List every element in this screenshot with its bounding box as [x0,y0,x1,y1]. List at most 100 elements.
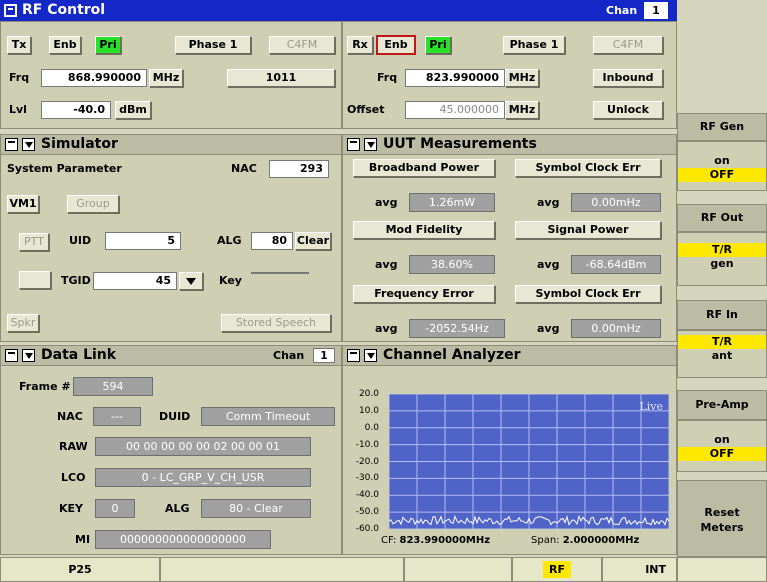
span-value: 2.000000MHz [562,535,640,546]
rx-modulation-button[interactable]: C4FM [593,36,663,54]
uut-header: UUT Measurements [343,135,676,155]
rf-gen-toggle[interactable]: on OFF [677,141,767,191]
tgid-input[interactable]: 45 [93,272,177,290]
signal-power-button[interactable]: Signal Power [515,221,661,239]
cf-readout: CF: 823.990000MHz [381,535,490,546]
sim-alg-label: ALG [217,234,242,247]
window-title: RF Control [22,2,106,18]
tx-frq-unit-button[interactable]: MHz [149,69,183,87]
rx-frq-label: Frq [377,71,398,84]
dl-nac-label: NAC [57,410,83,423]
lco-label: LCO [61,471,86,484]
rx-frq-unit-button[interactable]: MHz [505,69,539,87]
status-mode: P25 [0,557,160,582]
cf-value: 823.990000MHz [399,535,491,546]
rx-phase-button[interactable]: Phase 1 [503,36,565,54]
rf-in-group[interactable]: RF In T/R ant [677,300,767,378]
rx-enable-button[interactable]: Enb [376,35,416,55]
rf-gen-off: OFF [678,168,766,182]
dl-key-value: 0 [95,499,135,518]
preamp-off: OFF [678,447,766,461]
uid-label: UID [69,234,92,247]
panel-menu-icon[interactable] [347,138,360,151]
simulator-panel: Simulator System Parameter NAC 293 VM1 G… [0,134,342,342]
span-label: Span: [531,535,560,546]
status-blank-3 [677,557,767,582]
dl-key-label: KEY [59,502,84,515]
dl-chan-value[interactable]: 1 [313,348,335,363]
panel-collapse-icon[interactable] [364,349,377,362]
sim-alg-input[interactable]: 80 [251,232,293,250]
tx-code-button[interactable]: 1011 [227,69,335,87]
tx-button[interactable]: Tx [7,36,31,54]
tgid-label: TGID [61,274,91,287]
avg-label: avg [537,196,560,209]
tx-frequency-input[interactable]: 868.990000 [41,69,147,87]
panel-menu-icon[interactable] [5,138,18,151]
tx-phase-button[interactable]: Phase 1 [175,36,251,54]
mod-fidelity-button[interactable]: Mod Fidelity [353,221,495,239]
uid-input[interactable]: 5 [105,232,181,250]
preamp-toggle[interactable]: on OFF [677,420,767,472]
tx-modulation-button[interactable]: C4FM [269,36,335,54]
symbol-clock-err-button[interactable]: Symbol Clock Err [515,159,661,177]
tx-lvl-unit-button[interactable]: dBm [115,101,151,119]
panel-collapse-icon[interactable] [364,138,377,151]
mi-value: 000000000000000000 [95,530,271,549]
blank-button[interactable] [19,271,51,289]
uut-title: UUT Measurements [383,136,537,152]
duid-label: DUID [159,410,191,423]
cf-label: CF: [381,535,397,546]
status-blank-1 [160,557,404,582]
reset-meters-button[interactable]: Reset Meters [677,480,767,557]
rx-offset-input[interactable]: 45.000000 [405,101,505,119]
rx-unlock-button[interactable]: Unlock [593,101,663,119]
panel-menu-icon[interactable] [347,349,360,362]
rf-out-tr: T/R [678,243,766,257]
rx-button[interactable]: Rx [347,36,373,54]
rx-inbound-button[interactable]: Inbound [593,69,663,87]
sim-nac-input[interactable]: 293 [269,160,329,178]
mi-label: MI [75,533,91,546]
broadband-power-button[interactable]: Broadband Power [353,159,495,177]
frequency-error-button[interactable]: Frequency Error [353,285,495,303]
rf-out-group[interactable]: RF Out T/R gen [677,204,767,286]
y-tick-label: 0.0 [364,422,379,433]
group-button[interactable]: Group [67,195,119,213]
status-rf: RF [543,561,571,578]
preamp-group[interactable]: Pre-Amp on OFF [677,390,767,472]
title-bar: RF Control Chan 1 [0,0,677,21]
tgid-dropdown-button[interactable] [179,272,203,290]
panel-collapse-icon[interactable] [22,349,35,362]
rf-gen-group[interactable]: RF Gen on OFF [677,113,767,191]
data-link-title: Data Link [41,347,117,363]
stored-speech-button[interactable]: Stored Speech [221,314,331,332]
clear-button[interactable]: Clear [295,232,331,250]
preamp-label: Pre-Amp [677,390,767,420]
rx-frequency-input[interactable]: 823.990000 [405,69,505,87]
window-menu-icon[interactable] [4,4,17,17]
key-input[interactable] [251,272,309,274]
avg-label: avg [375,196,398,209]
spectrum-graph[interactable]: Live [389,394,669,529]
tx-enable-button[interactable]: Enb [49,36,81,54]
vm1-button[interactable]: VM1 [7,195,39,213]
panel-collapse-icon[interactable] [22,138,35,151]
status-rf-cell: RF [512,557,602,582]
ptt-button[interactable]: PTT [19,233,49,251]
tx-priority-button[interactable]: Pri [95,36,121,54]
tx-level-input[interactable]: -40.0 [41,101,111,119]
avg-label: avg [375,322,398,335]
signal-power-value: -68.64dBm [571,255,661,274]
panel-menu-icon[interactable] [5,349,18,362]
key-label: Key [219,274,242,287]
rf-out-toggle[interactable]: T/R gen [677,232,767,286]
rf-in-toggle[interactable]: T/R ant [677,330,767,378]
chan-value[interactable]: 1 [644,2,668,19]
symbol-clock-err-2-button[interactable]: Symbol Clock Err [515,285,661,303]
rx-priority-button[interactable]: Pri [425,36,451,54]
frame-value: 594 [73,377,153,396]
y-tick-label: -10.0 [355,439,379,450]
speaker-button[interactable]: Spkr [7,314,39,332]
rx-offset-unit-button[interactable]: MHz [505,101,539,119]
